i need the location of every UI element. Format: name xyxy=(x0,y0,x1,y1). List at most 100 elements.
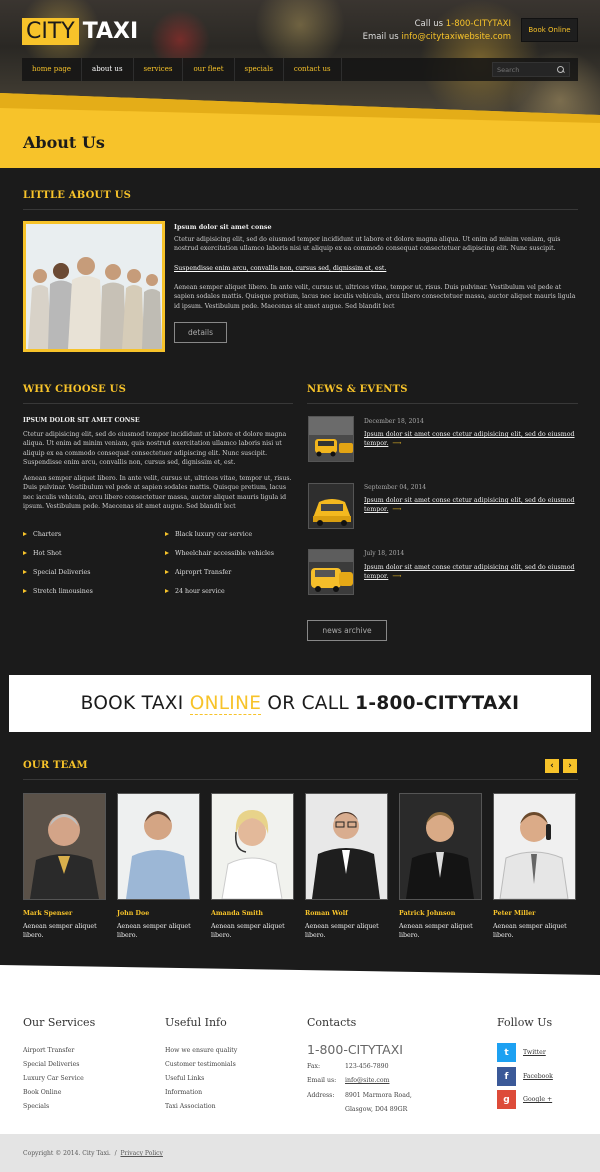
nav-contact[interactable]: contact us xyxy=(284,58,342,81)
divider xyxy=(307,403,578,404)
team-member-name: Amanda Smith xyxy=(211,910,263,917)
news-thumbnail[interactable] xyxy=(308,416,354,462)
book-online-button[interactable]: Book Online xyxy=(521,18,578,42)
about-subtitle: Ipsum dolor sit amet conse xyxy=(174,223,272,231)
team-member[interactable]: Amanda Smith Aenean semper aliquet liber… xyxy=(211,793,294,940)
team-title: OUR TEAM xyxy=(23,760,88,771)
banner-text-1: BOOK TAXI xyxy=(80,693,184,714)
news-link[interactable]: Ipsum dolor sit amet conse ctetur adipis… xyxy=(364,563,578,581)
nav-specials[interactable]: specials xyxy=(235,58,284,81)
footer-link[interactable]: Useful Links xyxy=(165,1075,204,1082)
person-image xyxy=(118,794,199,899)
feature-label: Black luxury car service xyxy=(175,531,253,538)
footer-email[interactable]: info@site.com xyxy=(345,1077,390,1084)
about-link[interactable]: Suspendisse enim arcu, convallis non, cu… xyxy=(174,264,578,273)
team-photo xyxy=(117,793,200,900)
main-nav: home page about us services our fleet sp… xyxy=(22,58,578,81)
book-banner[interactable]: BOOK TAXI ONLINE OR CALL 1-800-CITYTAXI xyxy=(9,675,591,732)
news-thumbnail[interactable] xyxy=(308,549,354,595)
nav-about[interactable]: about us xyxy=(82,58,134,81)
taxi-image xyxy=(309,484,353,528)
feature-item: Special Deliveries xyxy=(23,569,90,576)
person-image xyxy=(212,794,293,899)
footer-link[interactable]: Information xyxy=(165,1089,202,1096)
team-member[interactable]: John Doe Aenean semper aliquet libero. xyxy=(117,793,200,940)
feature-item: Wheelchair accessible vehicles xyxy=(165,550,274,557)
search-icon[interactable] xyxy=(557,65,565,74)
news-link[interactable]: Ipsum dolor sit amet conse ctetur adipis… xyxy=(364,496,578,514)
team-photo xyxy=(211,793,294,900)
news-archive-button[interactable]: news archive xyxy=(307,620,387,641)
nav-fleet[interactable]: our fleet xyxy=(183,58,235,81)
feature-label: Hot Shot xyxy=(33,550,62,557)
feature-label: Wheelchair accessible vehicles xyxy=(175,550,274,557)
team-next-button[interactable]: › xyxy=(563,759,577,773)
google-plus-link[interactable]: Google + xyxy=(523,1096,552,1103)
news-date: July 18, 2014 xyxy=(364,550,405,557)
footer-info-title: Useful Info xyxy=(165,1016,227,1029)
bullet-arrow-icon xyxy=(165,532,170,537)
footer-link[interactable]: How we ensure quality xyxy=(165,1047,237,1054)
footer-link[interactable]: Taxi Association xyxy=(165,1103,216,1110)
search-input[interactable] xyxy=(497,65,552,74)
feature-item: Aiproprt Transfer xyxy=(165,569,231,576)
news-title: NEWS & EVENTS xyxy=(307,384,408,395)
business-team-image xyxy=(26,224,162,349)
privacy-policy-link[interactable]: Privacy Policy xyxy=(120,1150,162,1157)
header-email[interactable]: info@citytaxiwebsite.com xyxy=(401,32,511,42)
footer-link[interactable]: Special Deliveries xyxy=(23,1061,79,1068)
details-button[interactable]: details xyxy=(174,322,227,343)
team-photo xyxy=(23,793,106,900)
arrow-right-icon: ⟶ xyxy=(392,573,402,580)
team-member-desc: Aenean semper aliquet libero. xyxy=(117,923,191,939)
facebook-icon[interactable]: f xyxy=(497,1067,516,1086)
logo-city: CITY xyxy=(22,18,79,45)
team-member[interactable]: Patrick Johnson Aenean semper aliquet li… xyxy=(399,793,482,940)
nav-services[interactable]: services xyxy=(134,58,184,81)
footer-link[interactable]: Specials xyxy=(23,1103,49,1110)
feature-label: Charters xyxy=(33,531,62,538)
team-member-name: John Doe xyxy=(117,910,150,917)
team-photo xyxy=(399,793,482,900)
team-member-name: Mark Spenser xyxy=(23,910,73,917)
news-thumbnail[interactable] xyxy=(308,483,354,529)
banner-online-link[interactable]: ONLINE xyxy=(189,693,262,715)
footer-link[interactable]: Customer testimonials xyxy=(165,1061,236,1068)
facebook-link[interactable]: Facebook xyxy=(523,1073,553,1080)
team-member[interactable]: Peter Miller Aenean semper aliquet liber… xyxy=(493,793,576,940)
bullet-arrow-icon xyxy=(23,570,28,575)
team-member-desc: Aenean semper aliquet libero. xyxy=(305,923,379,939)
team-member[interactable]: Mark Spenser Aenean semper aliquet liber… xyxy=(23,793,106,940)
footer-link[interactable]: Book Online xyxy=(23,1089,61,1096)
team-photo xyxy=(493,793,576,900)
twitter-link[interactable]: Twitter xyxy=(523,1049,546,1056)
address-line-1: 8901 Marmora Road, xyxy=(345,1092,412,1099)
bullet-arrow-icon xyxy=(23,551,28,556)
news-link[interactable]: Ipsum dolor sit amet conse ctetur adipis… xyxy=(364,430,578,448)
arrow-right-icon: ⟶ xyxy=(392,440,402,447)
banner-text-2: OR CALL xyxy=(267,693,349,714)
team-member-desc: Aenean semper aliquet libero. xyxy=(493,923,567,939)
feature-label: 24 hour service xyxy=(175,588,225,595)
team-member-desc: Aenean semper aliquet libero. xyxy=(23,923,97,939)
twitter-icon[interactable]: t xyxy=(497,1043,516,1062)
logo[interactable]: CITY TAXI xyxy=(22,18,138,45)
footer-contacts-title: Contacts xyxy=(307,1016,357,1029)
team-member-desc: Aenean semper aliquet libero. xyxy=(211,923,285,939)
copyright: Copyright © 2014. City Taxi. / Privacy P… xyxy=(23,1150,163,1157)
footer-link[interactable]: Airport Transfer xyxy=(23,1047,74,1054)
google-plus-icon[interactable]: g xyxy=(497,1090,516,1109)
team-member[interactable]: Roman Wolf Aenean semper aliquet libero. xyxy=(305,793,388,940)
logo-taxi: TAXI xyxy=(82,19,139,44)
about-photo xyxy=(23,221,165,352)
fax-label: Fax: xyxy=(307,1063,321,1070)
feature-item: Stretch limousines xyxy=(23,588,93,595)
why-paragraph-1: Ctetur adipisicing elit, sed do eiusmod … xyxy=(23,431,287,467)
why-subtitle: IPSUM DOLOR SIT AMET CONSE xyxy=(23,417,140,424)
team-member-name: Roman Wolf xyxy=(305,910,348,917)
bullet-arrow-icon xyxy=(165,570,170,575)
page-title: About Us xyxy=(23,133,105,152)
team-prev-button[interactable]: ‹ xyxy=(545,759,559,773)
nav-home[interactable]: home page xyxy=(22,58,83,81)
footer-link[interactable]: Luxury Car Service xyxy=(23,1075,84,1082)
